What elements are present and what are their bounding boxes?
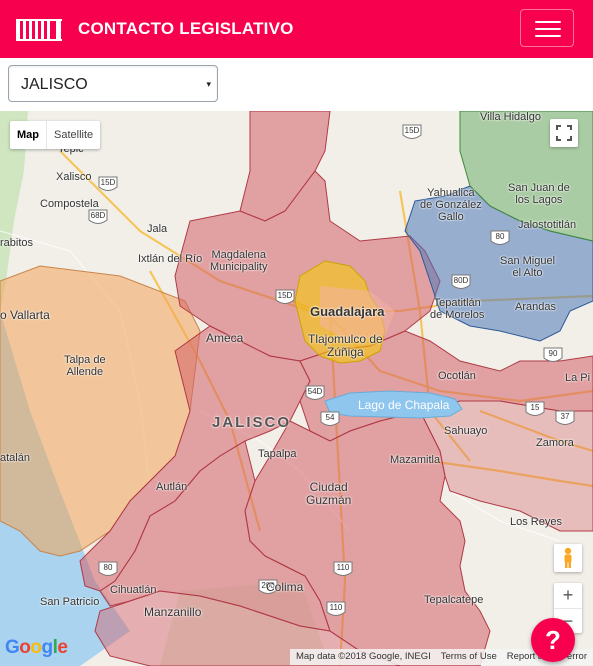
place-label: Tapalpa xyxy=(258,448,297,460)
state-select[interactable]: JALISCO ▾ xyxy=(8,65,218,102)
place-label: Mazamitla xyxy=(390,454,441,466)
highway-shield: 68D xyxy=(91,211,106,220)
place-label: Zamora xyxy=(536,437,574,449)
highway-shield: 54 xyxy=(326,413,335,422)
place-label: San Miguel el Alto xyxy=(500,255,556,279)
map-type-map-button[interactable]: Map xyxy=(10,121,46,149)
place-label: Ocotlán xyxy=(438,370,476,382)
place-label: San Juan de los Lagos xyxy=(508,182,570,206)
terms-link[interactable]: Terms of Use xyxy=(441,649,497,665)
highway-shield: 37 xyxy=(561,412,570,421)
legislative-building-icon xyxy=(16,19,62,41)
chevron-down-icon: ▾ xyxy=(206,79,211,89)
highway-shield: 15D xyxy=(101,178,116,187)
place-label: Talpa de Allende xyxy=(64,354,106,378)
highway-shield: 110 xyxy=(330,603,343,612)
zoom-in-button[interactable]: + xyxy=(554,583,582,608)
pegman-icon[interactable] xyxy=(554,544,582,572)
place-label: Cihuatlán xyxy=(110,584,157,596)
highway-shield: 54D xyxy=(308,387,323,396)
district-map[interactable]: 15D 68D 15D 80 80D 90 15D 54D 54 15 37 1… xyxy=(0,111,593,666)
place-label: atalán xyxy=(0,452,30,464)
google-logo[interactable]: Google xyxy=(5,637,68,659)
state-select-value: JALISCO xyxy=(21,76,88,93)
place-label: San Patricio xyxy=(40,596,100,608)
place-label: Jala xyxy=(147,223,168,235)
place-label: La Pi xyxy=(565,372,591,384)
place-label: Jalostotitlán xyxy=(518,219,577,231)
place-label: Ciudad Guzmán xyxy=(306,480,352,507)
highway-shield: 80D xyxy=(454,276,469,285)
highway-shield: 90 xyxy=(549,349,558,358)
highway-shield: 80 xyxy=(104,563,113,572)
map-type-satellite-button[interactable]: Satellite xyxy=(46,121,100,149)
place-label: Los Reyes xyxy=(510,516,562,528)
place-label: o Vallarta xyxy=(0,308,50,322)
hamburger-icon[interactable] xyxy=(520,9,574,47)
lake-label: Lago de Chapala xyxy=(358,398,450,412)
place-label: Arandas xyxy=(515,301,556,313)
highway-shield: 15D xyxy=(278,291,293,300)
place-label: Villa Hidalgo xyxy=(480,111,541,123)
state-label: JALISCO xyxy=(212,414,292,431)
highway-shield: 15D xyxy=(405,126,420,135)
place-label: Manzanillo xyxy=(144,605,202,619)
brand-title[interactable]: CONTACTO LEGISLATIVO xyxy=(78,19,294,39)
place-label: Yahualica de González Gallo xyxy=(420,187,482,223)
map-type-control: Map Satellite xyxy=(10,121,101,149)
help-button[interactable]: ? xyxy=(531,618,575,662)
highway-shield: 110 xyxy=(337,563,350,572)
place-label: Tlajomulco de Zúñiga xyxy=(308,332,383,359)
place-label: Magdalena Municipality xyxy=(210,249,268,273)
place-label: Guadalajara xyxy=(310,304,385,319)
place-label: Compostela xyxy=(40,198,99,210)
place-label: Tepalcatepe xyxy=(424,594,484,606)
place-label: Tepatitlán de Morelos xyxy=(430,297,485,321)
place-label: Ixtlán del Río xyxy=(138,253,203,265)
map-data-credit: Map data ©2018 Google, INEGI xyxy=(295,651,431,662)
place-label: Ameca xyxy=(206,331,244,345)
top-navbar: CONTACTO LEGISLATIVO xyxy=(0,0,593,58)
place-label: Sahuayo xyxy=(444,425,488,437)
highway-shield: 80 xyxy=(496,232,505,241)
place-label: Xalisco xyxy=(56,171,92,183)
highway-shield: 15 xyxy=(531,403,540,412)
place-label: rabitos xyxy=(0,237,34,249)
place-label: Colima xyxy=(266,580,304,594)
fullscreen-icon[interactable] xyxy=(550,119,578,147)
place-label: Autlán xyxy=(156,481,188,493)
